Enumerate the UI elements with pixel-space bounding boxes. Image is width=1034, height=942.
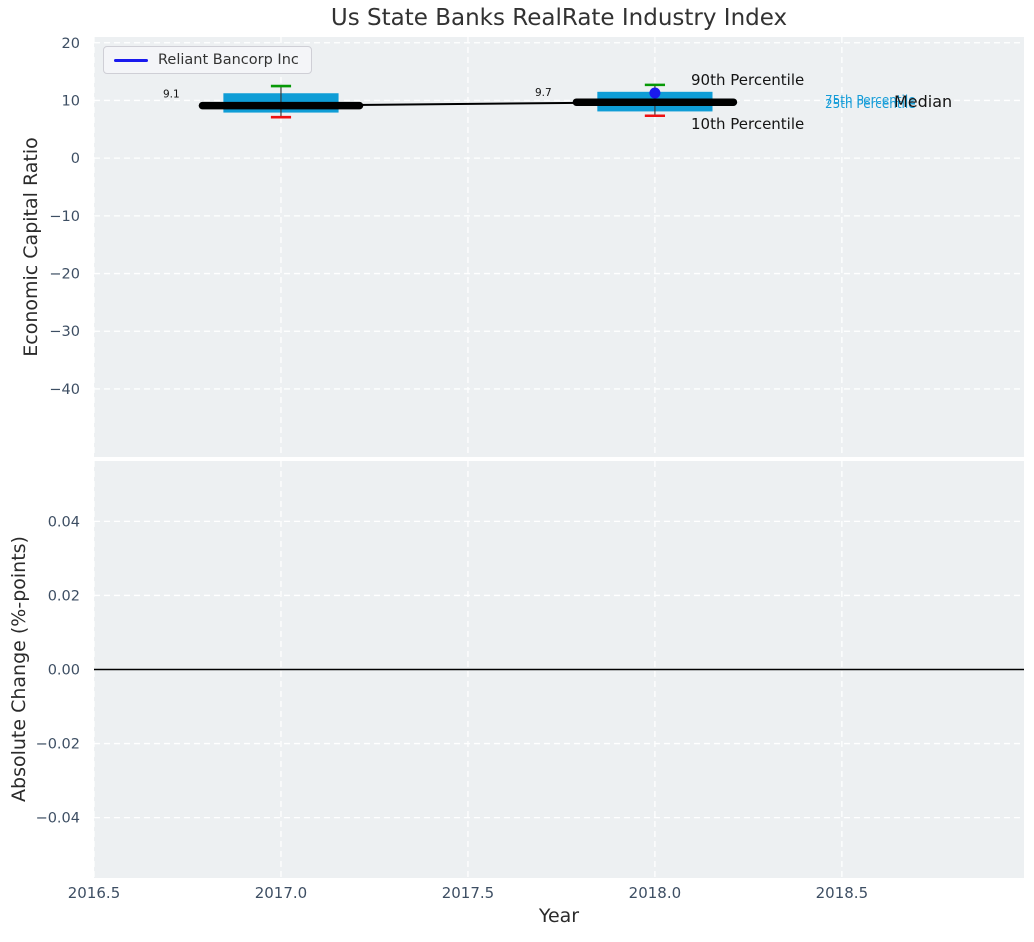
y-tick-label: 10 — [62, 93, 80, 109]
y-tick-label: 0.00 — [48, 663, 80, 679]
y-tick-label: −30 — [49, 324, 80, 340]
annotation-median: Median — [894, 92, 952, 111]
x-tick-label: 2018.0 — [629, 884, 682, 902]
x-tick-label: 2017.0 — [255, 884, 308, 902]
y-tick-label: −0.02 — [36, 737, 80, 753]
annotation-9-1: 9.1 — [163, 89, 180, 101]
annotation-10th-percentile: 10th Percentile — [691, 115, 804, 133]
chart-canvas: 20 10 0 −10 −20 −30 −40 0.04 0.02 0.00 −0.02 −0.04 9… — [36, 36, 1024, 902]
figure: 20 10 0 −10 −20 −30 −40 0.04 0.02 0.00 −0.02 −0.04 9… — [0, 0, 1034, 942]
company-point — [649, 87, 661, 99]
bottom-y-axis-label: Absolute Change (%-points) — [8, 536, 30, 802]
y-tick-label: −20 — [49, 267, 80, 283]
annotation-90th-percentile: 90th Percentile — [691, 71, 804, 89]
y-tick-label: 0.04 — [48, 514, 80, 530]
legend: Reliant Bancorp Inc — [103, 46, 312, 74]
y-tick-label: −0.04 — [36, 811, 80, 827]
y-tick-label: 0.02 — [48, 588, 80, 604]
y-tick-label: −40 — [49, 382, 80, 398]
x-tick-label: 2018.5 — [816, 884, 869, 902]
top-y-axis-label: Economic Capital Ratio — [20, 137, 42, 357]
x-axis-label: Year — [538, 905, 580, 927]
x-tick-label: 2016.5 — [68, 884, 121, 902]
y-tick-label: 0 — [71, 151, 80, 167]
annotation-9-7: 9.7 — [535, 87, 552, 99]
x-tick-label: 2017.5 — [442, 884, 495, 902]
y-tick-label: 20 — [62, 36, 80, 52]
y-tick-label: −10 — [49, 209, 80, 225]
legend-label: Reliant Bancorp Inc — [158, 52, 299, 68]
legend-line-sample — [114, 58, 148, 62]
chart-title: Us State Banks RealRate Industry Index — [330, 5, 788, 31]
